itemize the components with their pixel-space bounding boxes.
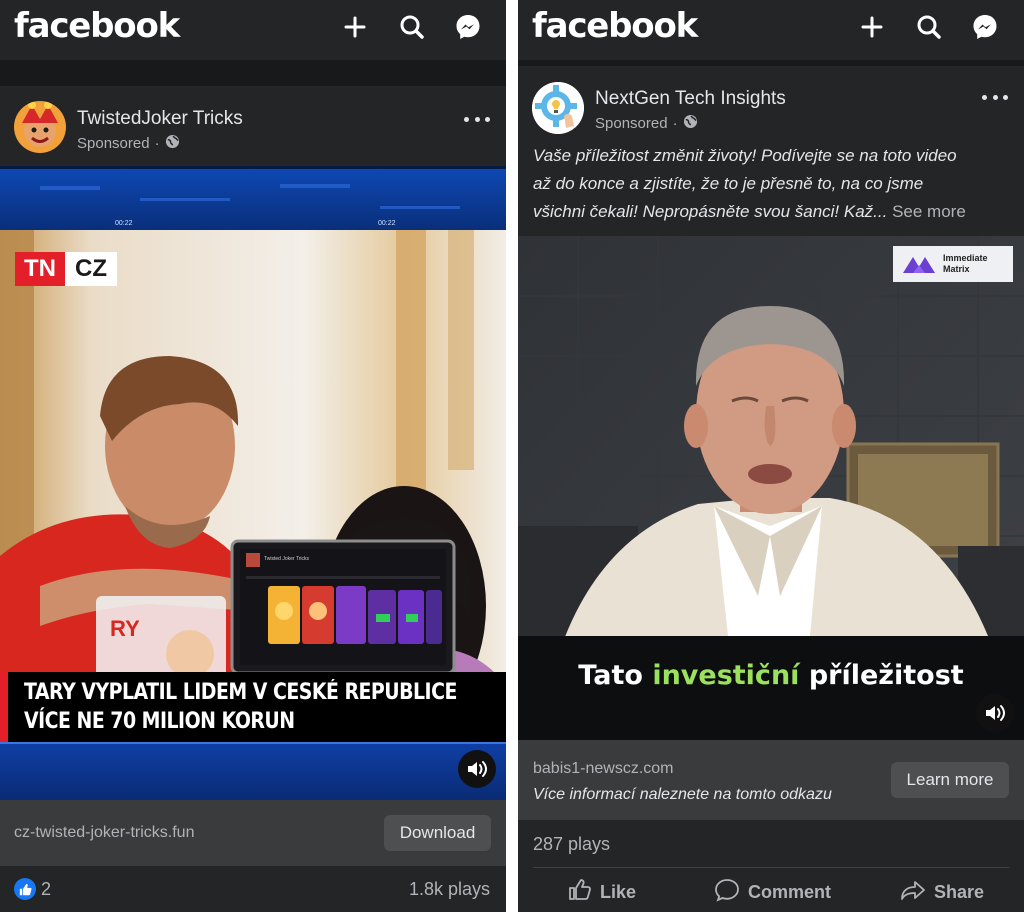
timecode-right: 00:22 <box>378 220 396 227</box>
plus-icon[interactable] <box>340 12 370 42</box>
facebook-logo[interactable]: facebook <box>14 6 180 46</box>
like-button[interactable]: Like <box>568 878 636 907</box>
comment-label: Comment <box>748 882 832 902</box>
timecode-left: 00:22 <box>115 220 133 227</box>
left-screenshot: facebook TwistedJoker Tricks Sponsored ·… <box>0 0 506 912</box>
sponsor-badge: Immediate Matrix <box>893 246 1013 282</box>
video-subtitle: Tato investiční příležitost <box>518 660 1024 691</box>
cz-logo-text: CZ <box>65 252 117 286</box>
feed-divider <box>0 60 506 86</box>
page-avatar[interactable] <box>14 101 66 153</box>
headline-line-1: TARY VYPLATIL LIDEM V CESKÉ REPUBLICE <box>24 680 457 705</box>
immediate-matrix-logo <box>903 257 935 273</box>
sponsored-label: Sponsored · <box>595 114 698 133</box>
sponsor-badge-text: Immediate Matrix <box>943 253 988 275</box>
sponsored-text: Sponsored <box>77 135 150 152</box>
search-icon[interactable] <box>397 12 427 42</box>
caption-line-3-text: všichni čekali! Nepropásněte svou šanci!… <box>533 202 888 221</box>
plus-icon[interactable] <box>857 12 887 42</box>
plays-row: 287 plays <box>518 820 1024 868</box>
panel-gap <box>506 0 518 912</box>
sponsored-text: Sponsored <box>595 115 668 132</box>
see-more-link[interactable]: See more <box>892 202 966 221</box>
cta-bar: babis1-newscz.com Více informací nalezne… <box>518 740 1024 820</box>
laptop-screen-title: Twisted Joker Tricks <box>264 556 310 562</box>
cta-url[interactable]: babis1-newscz.com <box>533 760 674 778</box>
tn-logo-text: TN <box>15 252 65 286</box>
top-app-bar: facebook <box>0 0 506 60</box>
svg-text:RY: RY <box>110 616 140 641</box>
download-button[interactable]: Download <box>384 815 491 851</box>
share-label: Share <box>934 882 985 902</box>
messenger-icon[interactable] <box>970 12 1000 42</box>
sponsor-badge-line-2: Matrix <box>943 264 970 274</box>
page-avatar[interactable] <box>532 82 584 134</box>
feed-divider <box>518 60 1024 66</box>
learn-more-button[interactable]: Learn more <box>891 762 1009 798</box>
headline-line-2: VÍCE NE 70 MILION KORUN <box>24 709 295 734</box>
reactions-row: 2 1.8k plays <box>0 866 506 912</box>
like-reaction-icon[interactable] <box>14 878 36 900</box>
sound-icon[interactable] <box>458 750 496 788</box>
messenger-icon[interactable] <box>453 12 483 42</box>
facebook-logo[interactable]: facebook <box>532 6 698 46</box>
caption-line-2: až do konce a zjistíte, že to je přesně … <box>533 174 924 193</box>
plays-count: 287 plays <box>533 834 611 854</box>
subtitle-prefix: Tato <box>578 660 653 691</box>
cta-description: Více informací naleznete na tomto odkazu <box>533 786 832 803</box>
post-header: TwistedJoker Tricks Sponsored · <box>0 92 506 162</box>
subtitle-suffix: příležitost <box>799 660 964 691</box>
action-bar: Like Comment Share <box>518 868 1024 912</box>
like-count[interactable]: 2 <box>41 879 51 900</box>
video-headline: TARY VYPLATIL LIDEM V CESKÉ REPUBLICE VÍ… <box>24 678 457 736</box>
post-caption: Vaše příležitost změnit životy! Podívejt… <box>533 142 1008 226</box>
caption-line-3: všichni čekali! Nepropásněte svou šanci!… <box>533 198 1008 226</box>
caption-line-1: Vaše příležitost změnit životy! Podívejt… <box>533 146 957 165</box>
thumbs-up-icon <box>568 878 592 907</box>
tn-cz-logo: TN CZ <box>15 252 117 286</box>
more-icon[interactable] <box>982 90 1008 104</box>
page-name[interactable]: TwistedJoker Tricks <box>77 108 243 130</box>
cta-bar: cz-twisted-joker-tricks.fun Download <box>0 800 506 866</box>
comment-button[interactable]: Comment <box>714 878 831 907</box>
plays-count: 1.8k plays <box>408 879 490 899</box>
more-icon[interactable] <box>464 112 490 126</box>
share-button[interactable]: Share <box>900 878 984 907</box>
cta-url[interactable]: cz-twisted-joker-tricks.fun <box>14 824 194 842</box>
share-icon <box>900 878 926 907</box>
sponsor-badge-line-1: Immediate <box>943 253 988 263</box>
ad-video[interactable]: RY TN CZ 00:22 00:22 Twisted Joker Trick… <box>0 166 506 800</box>
search-icon[interactable] <box>914 12 944 42</box>
sponsored-label: Sponsored · <box>77 134 180 153</box>
globe-icon <box>165 134 180 153</box>
comment-icon <box>714 878 740 907</box>
top-app-bar: facebook <box>518 0 1024 60</box>
ad-video[interactable]: Immediate Matrix Tato investiční příleži… <box>518 236 1024 740</box>
post-header: NextGen Tech Insights Sponsored · <box>518 70 1024 140</box>
like-label: Like <box>600 882 637 902</box>
right-post-body: Immediate Matrix Tato investiční příleži… <box>518 236 1024 912</box>
subtitle-highlight: investiční <box>652 660 800 691</box>
page-name[interactable]: NextGen Tech Insights <box>595 88 786 110</box>
globe-icon <box>683 114 698 133</box>
sound-icon[interactable] <box>976 694 1014 732</box>
